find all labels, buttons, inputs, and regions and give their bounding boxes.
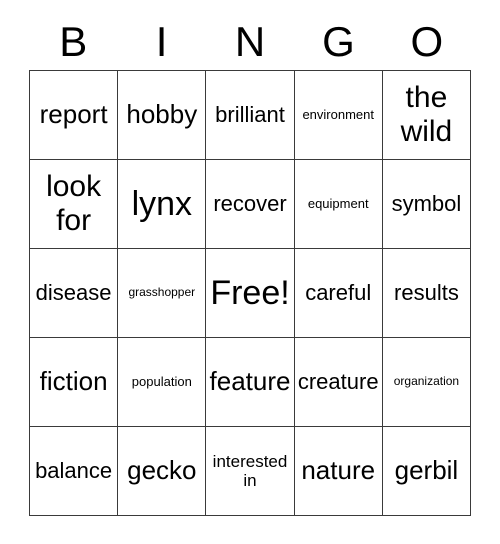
- bingo-cell-label: interested in: [212, 451, 288, 490]
- bingo-cell[interactable]: the wild: [382, 71, 472, 160]
- bingo-grid: report hobby brilliant environment the w…: [29, 70, 472, 516]
- bingo-cell[interactable]: organization: [382, 338, 472, 427]
- bingo-cell[interactable]: careful: [294, 249, 383, 338]
- bingo-cell[interactable]: environment: [294, 71, 383, 160]
- bingo-header-letter-o: O: [410, 18, 444, 65]
- bingo-cell[interactable]: grasshopper: [118, 249, 207, 338]
- bingo-cell-label: grasshopper: [128, 285, 196, 300]
- bingo-cell-label: creature: [297, 368, 379, 394]
- bingo-cell[interactable]: population: [118, 338, 207, 427]
- bingo-cell[interactable]: fiction: [30, 338, 119, 427]
- bingo-cell[interactable]: hobby: [118, 71, 207, 160]
- bingo-row: fiction population feature creature orga…: [30, 338, 472, 427]
- bingo-cell[interactable]: equipment: [294, 160, 383, 249]
- bingo-cell[interactable]: gecko: [118, 427, 207, 516]
- bingo-cell-label: Free!: [210, 273, 290, 312]
- bingo-cell-label: gerbil: [394, 455, 459, 486]
- bingo-cell[interactable]: look for: [30, 160, 119, 249]
- bingo-cell-label: nature: [301, 455, 376, 486]
- bingo-cell-label: results: [394, 279, 459, 305]
- bingo-cell[interactable]: feature: [206, 338, 295, 427]
- bingo-cell[interactable]: symbol: [382, 160, 472, 249]
- bingo-card: B I N G O report hobby brilliant environ…: [29, 14, 472, 516]
- bingo-cell[interactable]: interested in: [206, 427, 295, 516]
- bingo-cell[interactable]: balance: [30, 427, 119, 516]
- bingo-cell-label: equipment: [307, 195, 369, 211]
- bingo-cell-label: brilliant: [215, 101, 285, 127]
- bingo-cell[interactable]: disease: [30, 249, 119, 338]
- bingo-cell-label: population: [131, 373, 192, 389]
- bingo-cell-label: feature: [209, 366, 291, 397]
- bingo-cell-label: organization: [393, 374, 460, 389]
- bingo-cell-label: disease: [35, 279, 112, 305]
- bingo-cell[interactable]: results: [382, 249, 472, 338]
- bingo-row: balance gecko interested in nature gerbi…: [30, 427, 472, 516]
- bingo-cell-label: careful: [305, 279, 372, 305]
- bingo-cell-label: recover: [213, 190, 287, 216]
- bingo-cell-label: fiction: [39, 366, 108, 397]
- bingo-header-letter-i: I: [155, 18, 168, 65]
- bingo-header-letter-g: G: [322, 18, 355, 65]
- bingo-row: look for lynx recover equipment symbol: [30, 160, 472, 249]
- bingo-cell-label: hobby: [126, 99, 198, 130]
- bingo-cell-label: the wild: [400, 81, 453, 148]
- bingo-cell[interactable]: brilliant: [206, 71, 295, 160]
- bingo-cell-label: environment: [302, 106, 374, 122]
- bingo-cell-label: report: [39, 99, 108, 130]
- bingo-header-letter-n: N: [234, 18, 266, 65]
- bingo-cell[interactable]: recover: [206, 160, 295, 249]
- bingo-cell-label: look for: [46, 170, 102, 237]
- bingo-cell-free[interactable]: Free!: [206, 249, 295, 338]
- bingo-row: disease grasshopper Free! careful result…: [30, 249, 472, 338]
- bingo-cell[interactable]: report: [30, 71, 119, 160]
- bingo-cell-label: balance: [35, 457, 113, 483]
- bingo-row: report hobby brilliant environment the w…: [30, 71, 472, 160]
- bingo-cell-label: lynx: [131, 184, 193, 223]
- bingo-cell[interactable]: nature: [294, 427, 383, 516]
- bingo-cell-label: gecko: [127, 455, 197, 486]
- bingo-cell[interactable]: gerbil: [382, 427, 472, 516]
- bingo-cell[interactable]: lynx: [118, 160, 207, 249]
- bingo-cell[interactable]: creature: [294, 338, 383, 427]
- bingo-header: B I N G O: [29, 14, 471, 70]
- bingo-header-letter-b: B: [59, 18, 88, 65]
- bingo-cell-label: symbol: [391, 190, 462, 216]
